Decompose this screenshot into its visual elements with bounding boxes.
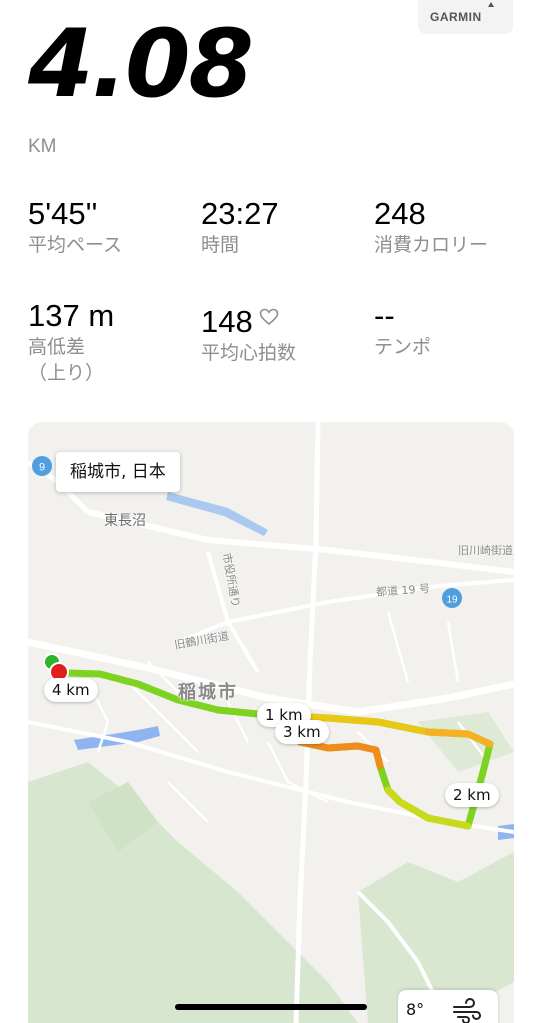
weather-badge: 8°	[398, 990, 498, 1023]
km-marker-4: 4 km	[44, 678, 98, 702]
calories-value: 248	[374, 196, 426, 231]
cadence-label: テンポ	[374, 336, 432, 358]
avg-heart-rate-label: 平均心拍数	[201, 342, 297, 364]
place-label-city: 稲城市	[178, 682, 238, 703]
distance-value: 4.08	[28, 10, 254, 119]
stat-cadence: -- テンポ	[374, 298, 539, 360]
time-label: 時間	[201, 234, 240, 256]
place-label-district: 東長沼	[104, 513, 146, 529]
stat-avg-pace: 5'45'' 平均ペース	[28, 196, 193, 258]
calories-label: 消費カロリー	[374, 234, 489, 256]
garmin-triangle-icon	[488, 2, 494, 7]
weather-temperature: 8°	[406, 1000, 425, 1019]
map-forest-area	[28, 762, 358, 1023]
road-shield-9-label: 9	[39, 462, 45, 474]
garmin-logo: GARMIN	[418, 0, 513, 34]
route-segment-slowest	[296, 738, 384, 770]
elevation-value: 137 m	[28, 298, 115, 333]
distance-unit: KM	[28, 136, 57, 157]
avg-heart-rate-row: 148	[201, 298, 366, 340]
avg-heart-rate-value: 148	[201, 304, 253, 339]
stat-time: 23:27 時間	[201, 196, 366, 258]
avg-pace-value: 5'45''	[28, 196, 98, 231]
stat-calories: 248 消費カロリー	[374, 196, 539, 258]
avg-pace-label: 平均ペース	[28, 234, 123, 256]
road-shield-19-label: 19	[446, 595, 458, 606]
stat-avg-heart-rate: 148 平均心拍数	[201, 298, 366, 366]
route-map[interactable]: 9 19 東長沼 旧川崎街道 旧鶴川街道 市役所通り 都道 19 号 稲城市 稲…	[28, 422, 514, 1023]
map-river	[166, 492, 268, 536]
place-label-road-kawasaki: 旧川崎街道	[458, 544, 513, 557]
garmin-logo-text: GARMIN	[430, 10, 482, 24]
cadence-value: --	[374, 298, 395, 333]
stat-elevation-gain: 137 m 高低差 （上り）	[28, 298, 193, 386]
home-indicator[interactable]	[175, 1004, 367, 1010]
elevation-label: 高低差 （上り）	[28, 336, 105, 384]
location-label: 稲城市, 日本	[56, 452, 180, 492]
map-road	[87, 509, 514, 575]
map-park-area	[418, 712, 514, 772]
km-marker-2: 2 km	[445, 783, 499, 807]
time-value: 23:27	[201, 196, 279, 231]
km-marker-3: 3 km	[275, 720, 329, 744]
heart-outline-icon	[259, 298, 279, 334]
